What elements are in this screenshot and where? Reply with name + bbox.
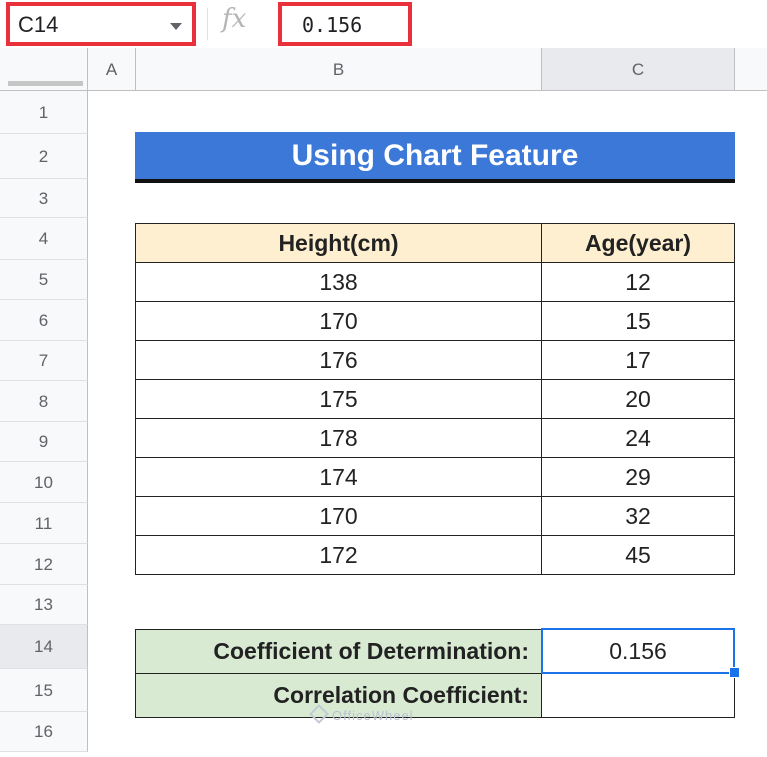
- table-row: 172 45: [135, 535, 735, 575]
- select-all-corner[interactable]: [0, 48, 88, 91]
- sheet-title[interactable]: Using Chart Feature: [135, 132, 735, 183]
- data-table: Height(cm) Age(year) 138 12 170 15 176 1…: [135, 223, 735, 575]
- table-header-row: Height(cm) Age(year): [135, 223, 735, 263]
- fx-icon: fx: [222, 4, 247, 34]
- correlation-value[interactable]: [541, 673, 735, 718]
- divider: [207, 8, 208, 40]
- results-table: Coefficient of Determination: 0.156 Corr…: [135, 629, 735, 718]
- coef-determination-value[interactable]: 0.156: [541, 629, 735, 674]
- cell-height[interactable]: 170: [135, 496, 542, 536]
- cell-age[interactable]: 20: [541, 379, 735, 419]
- formula-input-value: 0.156: [302, 13, 363, 37]
- row-header-9[interactable]: 9: [0, 422, 88, 462]
- row-header-15[interactable]: 15: [0, 669, 88, 712]
- row-header-5[interactable]: 5: [0, 260, 88, 300]
- cell-age[interactable]: 24: [541, 418, 735, 458]
- row-header-1[interactable]: 1: [0, 91, 88, 134]
- name-box[interactable]: C14: [6, 2, 196, 46]
- result-row: Coefficient of Determination: 0.156: [135, 629, 735, 674]
- cell-height[interactable]: 175: [135, 379, 542, 419]
- row-header-3[interactable]: 3: [0, 179, 88, 218]
- row-header-12[interactable]: 12: [0, 544, 88, 585]
- table-row: 170 15: [135, 301, 735, 341]
- cell-height[interactable]: 174: [135, 457, 542, 497]
- cell-height[interactable]: 170: [135, 301, 542, 341]
- cell-age[interactable]: 17: [541, 340, 735, 380]
- row-header-13[interactable]: 13: [0, 585, 88, 625]
- coef-determination-label[interactable]: Coefficient of Determination:: [135, 629, 542, 674]
- header-height[interactable]: Height(cm): [135, 223, 542, 263]
- cell-age[interactable]: 45: [541, 535, 735, 575]
- cell-height[interactable]: 178: [135, 418, 542, 458]
- column-header-a[interactable]: A: [88, 48, 136, 91]
- watermark: OfficeWheel: [332, 708, 414, 723]
- column-header-c[interactable]: C: [542, 48, 735, 91]
- formula-input[interactable]: 0.156: [278, 2, 412, 46]
- formula-bar: C14 fx 0.156: [0, 0, 767, 49]
- header-age[interactable]: Age(year): [541, 223, 735, 263]
- fill-handle[interactable]: [729, 667, 740, 678]
- cell-height[interactable]: 172: [135, 535, 542, 575]
- cell-height[interactable]: 138: [135, 262, 542, 302]
- cell-age[interactable]: 32: [541, 496, 735, 536]
- table-row: 138 12: [135, 262, 735, 302]
- row-header-14[interactable]: 14: [0, 625, 88, 669]
- row-header-11[interactable]: 11: [0, 503, 88, 544]
- row-header-8[interactable]: 8: [0, 381, 88, 422]
- cell-age[interactable]: 29: [541, 457, 735, 497]
- chevron-down-icon[interactable]: [170, 23, 182, 30]
- table-row: 176 17: [135, 340, 735, 380]
- row-header-6[interactable]: 6: [0, 300, 88, 341]
- cell-age[interactable]: 15: [541, 301, 735, 341]
- row-header-7[interactable]: 7: [0, 341, 88, 381]
- row-header-10[interactable]: 10: [0, 462, 88, 503]
- column-header-b[interactable]: B: [136, 48, 542, 91]
- row-header-2[interactable]: 2: [0, 134, 88, 179]
- result-row: Correlation Coefficient:: [135, 673, 735, 718]
- cell-age[interactable]: 12: [541, 262, 735, 302]
- column-header-d[interactable]: [735, 48, 767, 91]
- table-row: 174 29: [135, 457, 735, 497]
- row-header-16[interactable]: 16: [0, 712, 88, 752]
- table-row: 175 20: [135, 379, 735, 419]
- table-row: 170 32: [135, 496, 735, 536]
- cell-height[interactable]: 176: [135, 340, 542, 380]
- row-header-4[interactable]: 4: [0, 218, 88, 260]
- name-box-value: C14: [18, 12, 59, 37]
- table-row: 178 24: [135, 418, 735, 458]
